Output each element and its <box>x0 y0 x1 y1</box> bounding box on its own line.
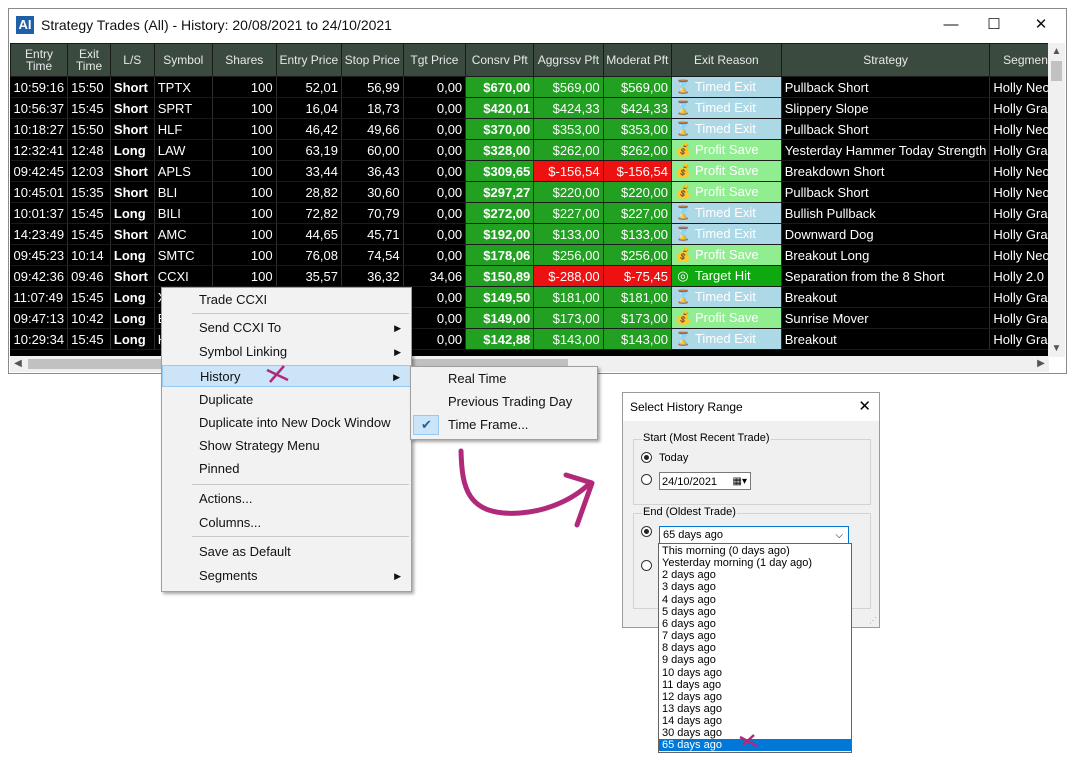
end-group-label: End (Oldest Trade) <box>642 506 737 518</box>
annotation-overlay <box>266 365 595 528</box>
list-item[interactable]: 11 days ago <box>659 679 851 691</box>
start-group: Start (Most Recent Trade) Today 24/10/20… <box>633 432 871 505</box>
list-item[interactable]: 9 days ago <box>659 654 851 666</box>
end-days-combo[interactable]: 65 days ago ⌵ <box>659 526 849 544</box>
resize-grip-icon[interactable]: ⋰ <box>869 616 877 625</box>
end-days-value: 65 days ago <box>663 529 723 541</box>
list-item[interactable]: 3 days ago <box>659 581 851 593</box>
list-item[interactable]: 13 days ago <box>659 703 851 715</box>
list-item[interactable]: 5 days ago <box>659 606 851 618</box>
arrow-icon <box>458 448 593 516</box>
today-label: Today <box>659 452 689 464</box>
list-item[interactable]: Yesterday morning (1 day ago) <box>659 557 851 569</box>
end-alt-radio[interactable] <box>641 560 652 571</box>
list-item[interactable]: 2 days ago <box>659 569 851 581</box>
list-item[interactable]: 6 days ago <box>659 618 851 630</box>
date-radio[interactable] <box>641 474 652 485</box>
chevron-down-icon[interactable]: ⌵ <box>835 527 843 544</box>
calendar-dropdown-icon[interactable]: ▦▾ <box>733 473 747 491</box>
list-item[interactable]: 30 days ago <box>659 727 851 739</box>
dialog-title: Select History Range <box>630 400 743 414</box>
dialog-close-button[interactable]: ✕ <box>858 393 871 421</box>
days-ago-radio[interactable] <box>641 526 652 537</box>
end-days-dropdown-list: This morning (0 days ago) Yesterday morni… <box>658 543 852 753</box>
start-date-picker[interactable]: 24/10/2021 ▦▾ <box>659 472 751 490</box>
list-item[interactable]: 7 days ago <box>659 630 851 642</box>
list-item[interactable]: 8 days ago <box>659 642 851 654</box>
list-item[interactable]: 14 days ago <box>659 715 851 727</box>
list-item[interactable]: 12 days ago <box>659 691 851 703</box>
start-date-value: 24/10/2021 <box>662 476 718 488</box>
x-mark-icon <box>266 365 289 383</box>
dialog-title-bar[interactable]: Select History Range ✕ <box>623 393 879 421</box>
start-group-label: Start (Most Recent Trade) <box>642 432 771 444</box>
list-item[interactable]: 10 days ago <box>659 667 851 679</box>
list-item[interactable]: 4 days ago <box>659 594 851 606</box>
today-radio[interactable] <box>641 452 652 463</box>
list-item[interactable]: 65 days ago <box>659 739 851 752</box>
list-item[interactable]: This morning (0 days ago) <box>659 545 851 557</box>
